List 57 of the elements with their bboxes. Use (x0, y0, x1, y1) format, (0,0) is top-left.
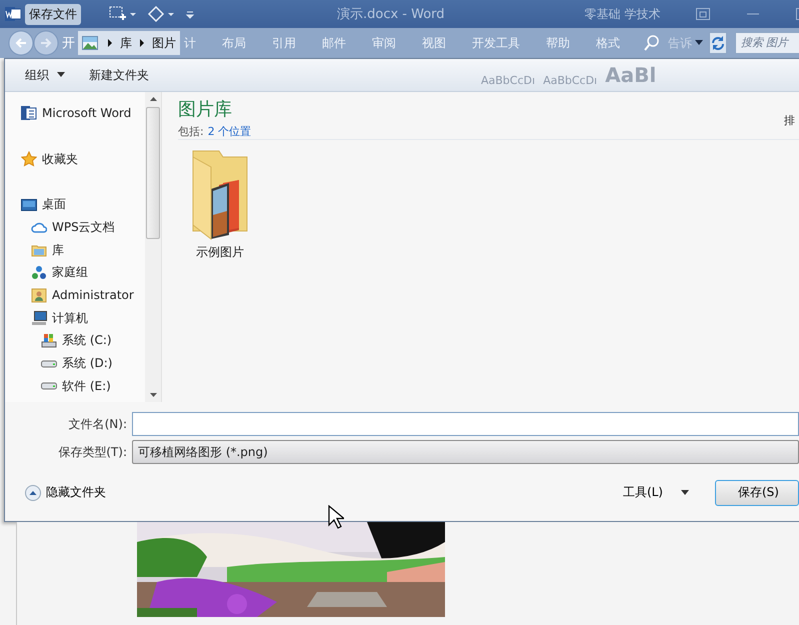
arrange-label[interactable]: 排 (784, 113, 795, 128)
chevron-icon[interactable] (139, 38, 145, 48)
tools-button[interactable]: 工具(L) (616, 483, 695, 502)
breadcrumb-item[interactable]: 图片 (152, 34, 176, 52)
desktop-icon (21, 196, 37, 213)
chevron-icon[interactable] (107, 38, 113, 48)
organize-button[interactable]: 组织 (21, 66, 69, 84)
window-title: 演示.docx - Word (337, 6, 445, 23)
computer-icon (31, 310, 47, 326)
scrollbar-thumb[interactable] (146, 107, 160, 239)
picture-icon (82, 36, 98, 50)
includes-label: 包括: (178, 124, 204, 139)
caret-icon (57, 72, 65, 78)
new-folder-button[interactable]: 新建文件夹 (85, 66, 153, 84)
breadcrumb-item[interactable]: 库 (120, 34, 132, 52)
hide-folders-button[interactable]: 隐藏文件夹 (19, 483, 112, 502)
save-button[interactable]: 保存(S) (715, 480, 799, 506)
refresh-icon[interactable] (710, 35, 726, 51)
back-forward-icon[interactable] (8, 30, 60, 56)
nav-item[interactable]: Administrator (52, 288, 134, 302)
screenshot-icon[interactable] (109, 6, 127, 22)
nav-item[interactable]: Microsoft Word (42, 106, 132, 120)
caret-icon (681, 490, 689, 496)
dialog-title: 保存文件 (25, 4, 81, 24)
word-icon (5, 6, 21, 22)
nav-item[interactable]: 系统 (C:) (62, 332, 112, 350)
save-type-dropdown[interactable]: 可移植网络图形 (*.png) (132, 440, 799, 464)
account-name: 零基础 学技术 (584, 6, 660, 22)
folder-name[interactable]: 示例图片 (196, 244, 244, 261)
search-icon[interactable] (644, 35, 660, 51)
address-field[interactable]: 库 图片 (78, 31, 180, 55)
search-field[interactable]: 搜索 图片 (735, 32, 799, 54)
user-icon (31, 287, 47, 304)
scroll-down-icon[interactable] (150, 393, 156, 398)
nav-item[interactable]: 系统 (D:) (62, 355, 112, 372)
library-title: 图片库 (178, 99, 233, 121)
nav-item[interactable]: WPS云文档 (52, 218, 115, 236)
nav-item[interactable]: 收藏夹 (42, 150, 78, 168)
scroll-up-icon[interactable] (150, 96, 156, 101)
drive-icon (41, 332, 57, 349)
homegroup-icon (31, 264, 47, 281)
locations-link[interactable]: 2 个位置 (208, 124, 252, 139)
field-label: 文件名(N): (68, 416, 128, 432)
ribbon-display-icon[interactable] (696, 8, 710, 20)
nav-item[interactable]: 桌面 (42, 196, 66, 214)
field-label: 保存类型(T): (57, 444, 128, 460)
word-icon (21, 105, 37, 122)
drive-icon (41, 382, 57, 390)
drive-icon (41, 360, 57, 368)
dropdown-icon[interactable] (695, 40, 703, 46)
nav-item[interactable]: 软件 (E:) (62, 378, 111, 395)
nav-item[interactable]: 计算机 (52, 310, 88, 327)
nav-item[interactable]: 库 (52, 242, 64, 259)
collapse-icon (25, 484, 41, 500)
favorites-icon (21, 151, 37, 168)
nav-item[interactable]: 家庭组 (52, 264, 88, 282)
shape-icon[interactable] (147, 6, 165, 22)
